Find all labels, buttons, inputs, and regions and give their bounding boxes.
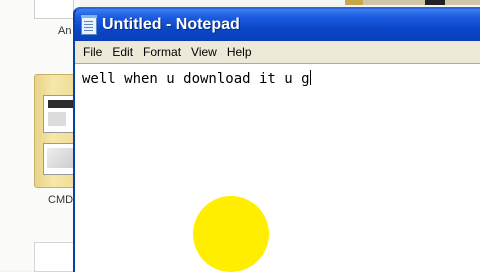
menu-edit[interactable]: Edit: [107, 41, 138, 63]
background-window-edge: [345, 0, 480, 5]
title-bar[interactable]: Untitled - Notepad: [75, 9, 480, 41]
notepad-icon[interactable]: [81, 15, 97, 35]
menu-file[interactable]: File: [75, 41, 107, 63]
notepad-window: Untitled - Notepad File Edit Format View…: [73, 7, 480, 272]
file-label-an: An: [58, 25, 72, 37]
editor-content: well when u download it u g: [82, 70, 311, 87]
text-editor[interactable]: well when u download it u g: [75, 63, 480, 272]
background-item: [425, 0, 445, 5]
editor-text: well when u download it u g: [82, 71, 310, 87]
menu-help[interactable]: Help: [222, 41, 257, 63]
background-item: [345, 0, 363, 5]
file-tile[interactable]: [34, 0, 74, 19]
menu-bar: File Edit Format View Help: [75, 41, 480, 63]
cursor-highlight: [193, 196, 269, 272]
menu-view[interactable]: View: [186, 41, 222, 63]
folder-label-cmd: CMD: [48, 194, 74, 206]
text-caret: [309, 70, 311, 85]
window-title: Untitled - Notepad: [102, 16, 240, 33]
menu-format[interactable]: Format: [138, 41, 186, 63]
